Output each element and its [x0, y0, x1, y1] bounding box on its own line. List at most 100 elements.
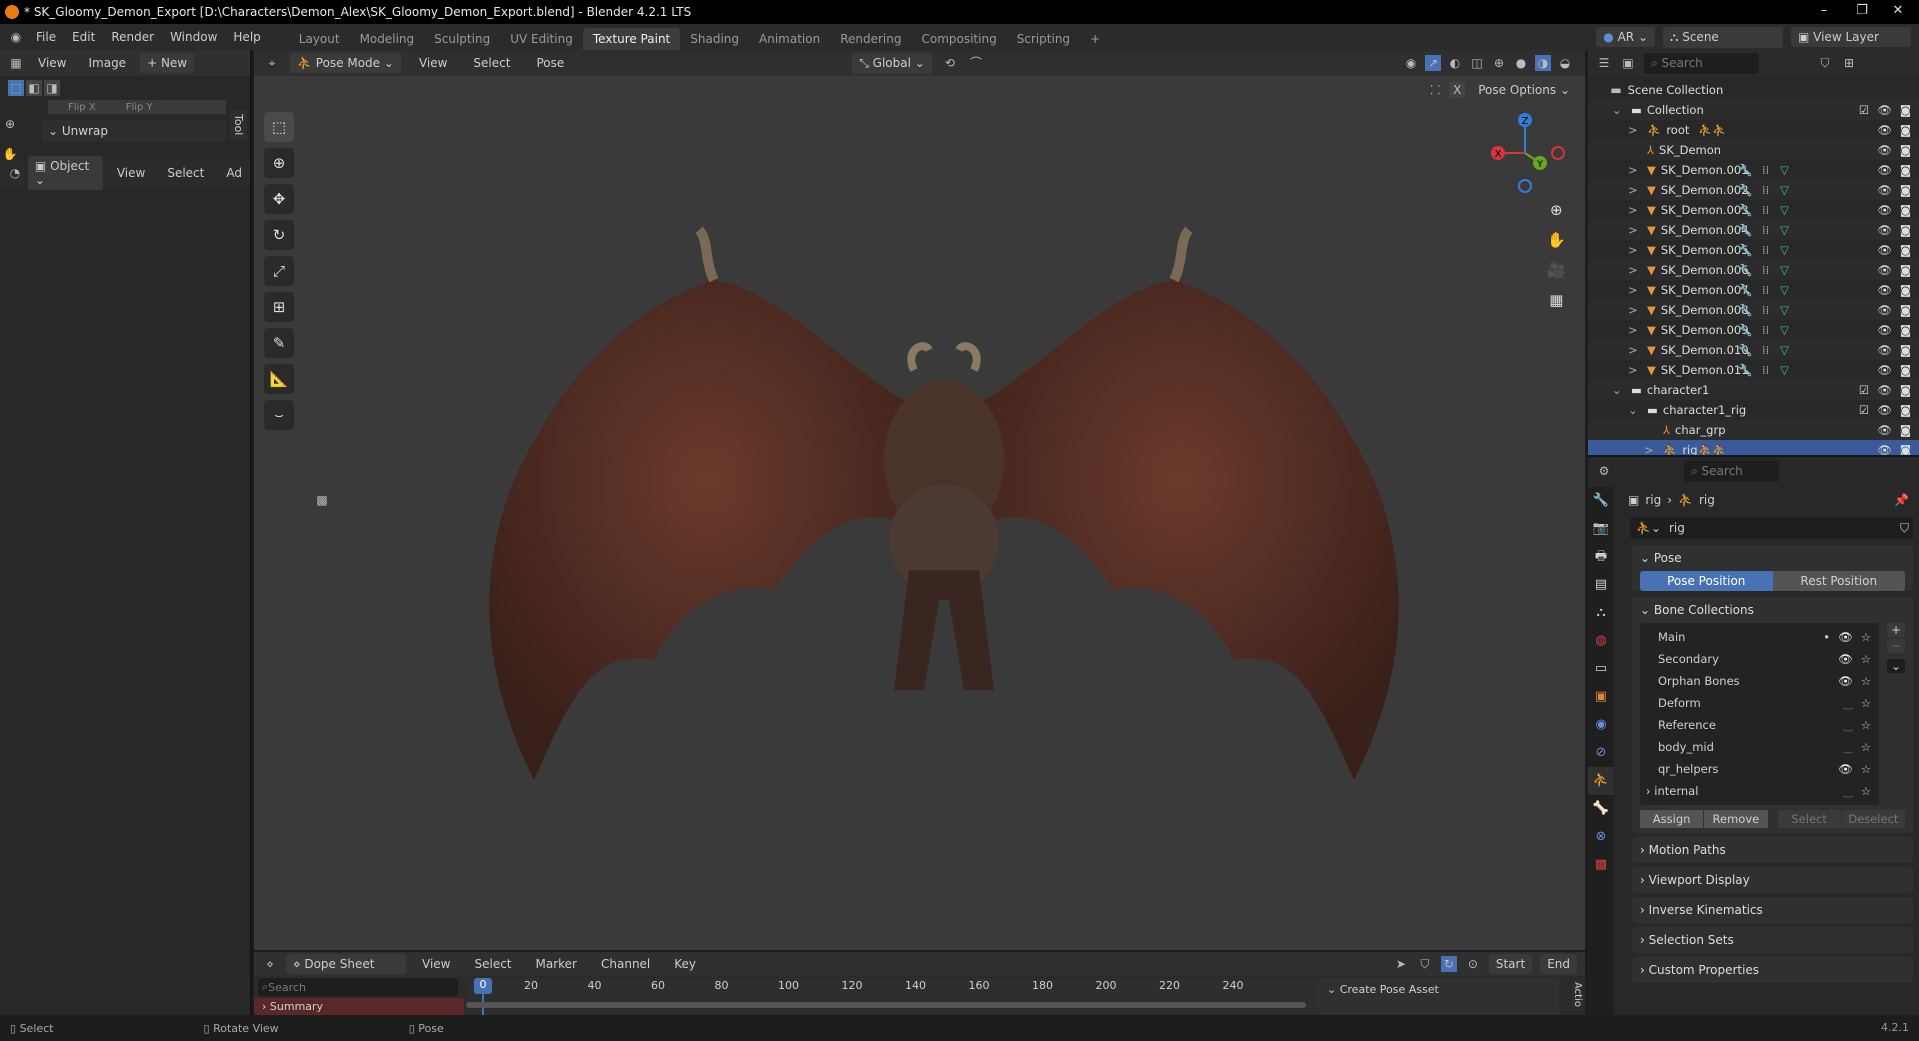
bone-mirror-icon[interactable]: ⸬: [1427, 82, 1443, 98]
render-tab-icon[interactable]: 📷: [1588, 515, 1614, 543]
eye-icon[interactable]: 👁: [1877, 263, 1892, 277]
exclude-checkbox[interactable]: ☑: [1859, 403, 1869, 417]
tab-rendering[interactable]: Rendering: [830, 28, 911, 50]
fake-user-icon[interactable]: ⛉: [1900, 521, 1909, 536]
eye-icon[interactable]: 👁: [1877, 143, 1892, 157]
start-button[interactable]: Start: [1488, 954, 1533, 974]
outliner-row[interactable]: > ▼ SK_Demon.003 🔧 ⁞⁞ ▽ 👁 ◙: [1588, 200, 1919, 220]
tool-tab[interactable]: Tool: [230, 110, 247, 140]
solo-star-icon[interactable]: ☆: [1861, 630, 1871, 644]
render-camera-icon[interactable]: ◙: [1900, 263, 1911, 277]
expand-icon[interactable]: >: [1628, 183, 1642, 197]
menu-key[interactable]: Key: [666, 957, 704, 971]
outliner-row[interactable]: > ▼ SK_Demon.007 🔧 ⁞⁞ ▽ 👁 ◙: [1588, 280, 1919, 300]
outliner-row[interactable]: > ▼ SK_Demon.002 🔧 ⁞⁞ ▽ 👁 ◙: [1588, 180, 1919, 200]
snap-icon[interactable]: ⌒: [968, 55, 984, 71]
zoom-icon[interactable]: ⊕: [2, 116, 18, 132]
eye-icon[interactable]: 👁: [1838, 652, 1853, 666]
solo-star-icon[interactable]: ☆: [1861, 718, 1871, 732]
scene-collection-row[interactable]: ▬ Scene Collection: [1588, 80, 1919, 100]
eye-icon[interactable]: 👁: [1877, 383, 1892, 397]
outliner-row[interactable]: > ▼ SK_Demon.006 🔧 ⁞⁞ ▽ 👁 ◙: [1588, 260, 1919, 280]
material-shading-icon[interactable]: ◑: [1535, 55, 1551, 71]
bone-collection-item[interactable]: qr_helpers 👁 ☆: [1640, 758, 1879, 780]
render-camera-icon[interactable]: ◙: [1900, 203, 1911, 217]
bone-constraints-tab-icon[interactable]: ⊗: [1588, 823, 1614, 851]
editor-type-icon[interactable]: ▦: [8, 55, 24, 71]
outliner-row[interactable]: > ▼ SK_Demon.001 🔧 ⁞⁞ ▽ 👁 ◙: [1588, 160, 1919, 180]
bone-collections-header[interactable]: ⌄ Bone Collections: [1640, 597, 1905, 623]
outliner-row[interactable]: ⅄ char_grp 👁 ◙: [1588, 420, 1919, 440]
eye-icon[interactable]: 👁: [1877, 123, 1892, 137]
editor-type-icon[interactable]: ⌖: [264, 55, 280, 71]
menu-file[interactable]: File: [28, 30, 64, 44]
solo-star-icon[interactable]: ☆: [1861, 696, 1871, 710]
proportional-icon[interactable]: ⊙: [1465, 956, 1481, 972]
mode-selector[interactable]: ⛹ Pose Mode ⌄: [290, 53, 401, 73]
camera-icon[interactable]: 🎥: [1547, 255, 1566, 285]
tab-modeling[interactable]: Modeling: [350, 28, 425, 50]
pan-hand-icon[interactable]: ✋: [1547, 225, 1566, 255]
expand-icon[interactable]: ›: [1646, 784, 1654, 798]
menu-view[interactable]: View: [414, 957, 458, 971]
tab-animation[interactable]: Animation: [749, 28, 830, 50]
view-layer-selector[interactable]: ▣ View Layer: [1791, 27, 1911, 47]
bone-tab-icon[interactable]: 🦴: [1588, 795, 1614, 823]
eye-icon[interactable]: 👁: [1877, 363, 1892, 377]
current-frame-indicator[interactable]: 0: [474, 978, 492, 994]
menu-edit[interactable]: Edit: [64, 30, 103, 44]
editor-type-icon[interactable]: ◔: [8, 165, 22, 181]
auto-keying-icon[interactable]: ↻: [1440, 956, 1457, 972]
editor-type-icon[interactable]: ⚙: [1596, 463, 1612, 479]
x-mirror-button[interactable]: X: [1449, 82, 1466, 98]
expand-icon[interactable]: >: [1628, 123, 1642, 137]
render-camera-icon[interactable]: ◙: [1900, 303, 1911, 317]
solo-star-icon[interactable]: ☆: [1861, 740, 1871, 754]
render-camera-icon[interactable]: ◙: [1900, 383, 1911, 397]
render-camera-icon[interactable]: ◙: [1900, 283, 1911, 297]
filter-icon[interactable]: ⛉: [1417, 956, 1433, 972]
expand-icon[interactable]: ⌄: [1628, 403, 1642, 417]
rotate-tool[interactable]: ↻: [264, 220, 294, 250]
transform-tool[interactable]: ⊞: [264, 292, 294, 322]
eye-closed-icon[interactable]: ‿: [1843, 718, 1852, 732]
render-engine-selector[interactable]: ● AR ⌄: [1596, 27, 1655, 47]
assign-button[interactable]: Assign: [1640, 810, 1704, 828]
eye-icon[interactable]: 👁: [1877, 223, 1892, 237]
outliner-row[interactable]: ⌄ ▬ Collection ☑ 👁 ◙: [1588, 100, 1919, 120]
outliner-row[interactable]: > ▼ SK_Demon.004 🔧 ⁞⁞ ▽ 👁 ◙: [1588, 220, 1919, 240]
3d-viewport[interactable]: ⌖ ⛹ Pose Mode ⌄ View Select Pose ⤡ Globa…: [254, 50, 1585, 950]
render-camera-icon[interactable]: ◙: [1900, 403, 1911, 417]
eye-icon[interactable]: 👁: [1877, 203, 1892, 217]
outliner-row[interactable]: ⅄ SK_Demon 👁 ◙: [1588, 140, 1919, 160]
annotate-tool[interactable]: ✎: [264, 328, 294, 358]
collection-tab-icon[interactable]: ▭: [1588, 655, 1614, 683]
tab-shading[interactable]: Shading: [680, 28, 749, 50]
outliner-search-input[interactable]: ⌕ Search: [1644, 52, 1759, 74]
outliner-row[interactable]: > ▼ SK_Demon.010 🔧 ⁞⁞ ▽ 👁 ◙: [1588, 340, 1919, 360]
outliner-row[interactable]: > ▼ SK_Demon.005 🔧 ⁞⁞ ▽ 👁 ◙: [1588, 240, 1919, 260]
orientation-selector[interactable]: ⤡ Global ⌄: [852, 52, 932, 74]
tab-layout[interactable]: Layout: [289, 28, 350, 50]
blender-menu-icon[interactable]: ◉: [8, 29, 24, 45]
visibility-icon[interactable]: ◉: [1403, 55, 1419, 71]
armature-name-field[interactable]: ⛹⌄ rig ⛉: [1630, 517, 1913, 539]
overlay-icon[interactable]: ◐: [1447, 55, 1463, 71]
eye-icon[interactable]: 👁: [1838, 630, 1853, 644]
pivot-icon[interactable]: ⟲: [942, 55, 958, 71]
bone-collection-item[interactable]: Reference ‿ ☆: [1640, 714, 1879, 736]
tab-scripting[interactable]: Scripting: [1007, 28, 1080, 50]
exclude-checkbox[interactable]: ☑: [1859, 383, 1869, 397]
eye-closed-icon[interactable]: ‿: [1843, 784, 1852, 798]
tab-compositing[interactable]: Compositing: [911, 28, 1006, 50]
bone-collection-item[interactable]: Deform ‿ ☆: [1640, 692, 1879, 714]
timeline-area[interactable]: 0 20 40 60 80 100 120 140 160 180 200 220 240: [466, 978, 1466, 1015]
expand-icon[interactable]: >: [1628, 323, 1642, 337]
menu-render[interactable]: Render: [103, 30, 162, 44]
editor-type-icon[interactable]: ☰: [1596, 55, 1612, 71]
menu-view[interactable]: View: [30, 56, 74, 70]
gizmo-icon[interactable]: ↗: [1425, 55, 1441, 71]
menu-select[interactable]: Select: [159, 166, 212, 180]
eye-icon[interactable]: 👁: [1838, 674, 1853, 688]
xray-icon[interactable]: ◫: [1469, 55, 1485, 71]
